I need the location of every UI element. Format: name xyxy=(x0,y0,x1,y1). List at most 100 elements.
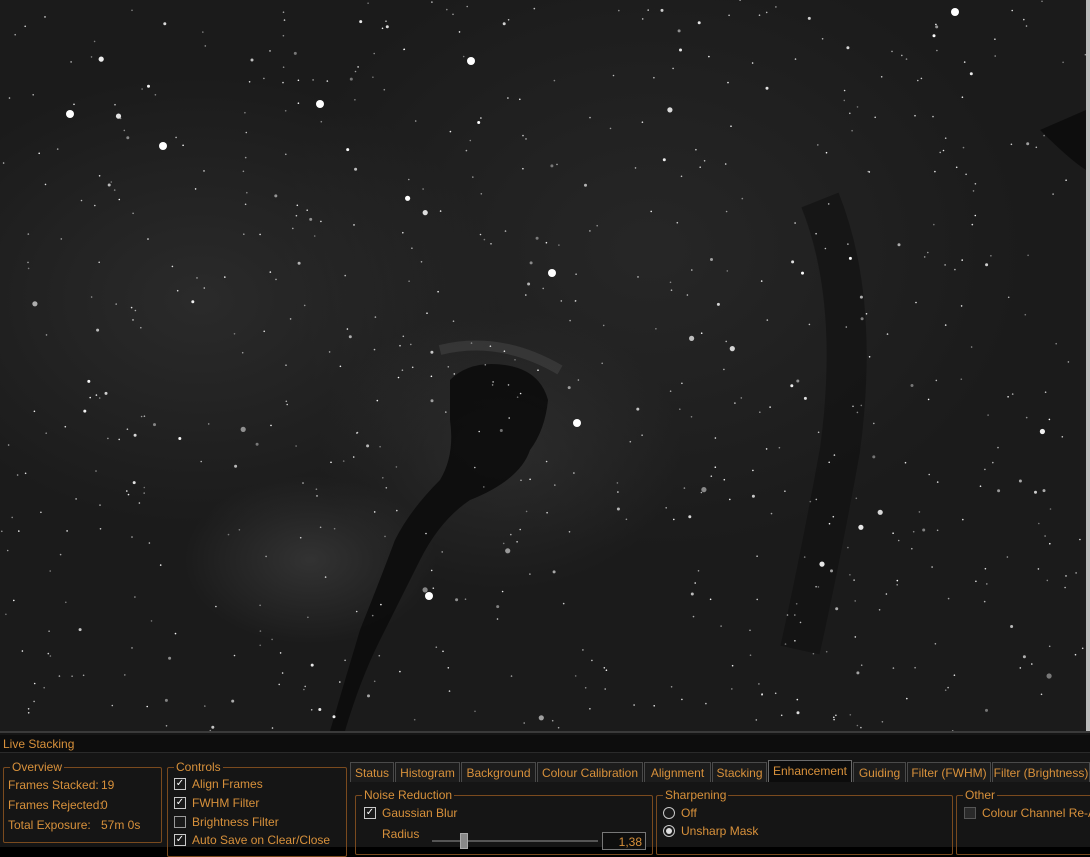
auto-save-checkbox[interactable]: ✓ xyxy=(174,834,186,846)
star xyxy=(854,636,857,638)
tab-filter-fwhm[interactable]: Filter (FWHM) xyxy=(907,762,991,782)
radius-value-input[interactable]: 1,38 xyxy=(602,832,646,850)
star xyxy=(382,477,384,479)
align-frames-checkbox[interactable]: ✓ xyxy=(174,778,186,790)
star xyxy=(126,490,128,492)
star xyxy=(449,130,452,133)
star xyxy=(855,497,858,500)
star xyxy=(133,433,137,437)
sharpening-title: Sharpening xyxy=(663,788,729,802)
star xyxy=(411,247,413,249)
star xyxy=(723,478,726,481)
tab-background[interactable]: Background xyxy=(461,762,536,782)
star xyxy=(923,256,926,258)
brightness-filter-checkbox[interactable] xyxy=(174,816,186,828)
star xyxy=(726,270,729,272)
sharpening-off-radio[interactable] xyxy=(663,807,675,819)
star xyxy=(846,46,850,50)
star xyxy=(686,294,689,296)
radius-slider-track[interactable] xyxy=(432,840,598,842)
star xyxy=(727,81,729,84)
star xyxy=(969,72,973,76)
star xyxy=(849,714,852,716)
star xyxy=(529,261,533,265)
unsharp-mask-radio[interactable] xyxy=(663,825,675,837)
gaussian-blur-checkbox[interactable]: ✓ xyxy=(364,807,376,819)
bright-star xyxy=(66,110,74,118)
star xyxy=(319,526,322,529)
star xyxy=(759,411,761,414)
star xyxy=(474,466,476,469)
radius-slider-thumb[interactable] xyxy=(460,833,468,849)
star xyxy=(905,58,908,60)
star xyxy=(27,708,30,710)
star xyxy=(320,120,323,123)
tab-guiding[interactable]: Guiding xyxy=(853,762,906,782)
star xyxy=(147,238,149,240)
star xyxy=(244,203,247,206)
star xyxy=(784,490,786,493)
controls-title: Controls xyxy=(174,760,223,774)
image-viewer[interactable] xyxy=(0,0,1090,731)
star xyxy=(695,148,697,151)
star xyxy=(367,694,370,698)
star xyxy=(629,440,632,443)
star xyxy=(603,667,606,669)
star xyxy=(739,0,741,1)
star xyxy=(911,547,913,550)
star xyxy=(774,692,777,695)
star-field-image xyxy=(0,0,1086,731)
star xyxy=(878,609,881,611)
star xyxy=(860,317,864,321)
star xyxy=(641,18,644,20)
colour-channel-checkbox[interactable] xyxy=(964,807,976,819)
star xyxy=(130,306,133,309)
star xyxy=(567,386,571,390)
total-exposure-label: Total Exposure: xyxy=(8,818,91,832)
fwhm-filter-checkbox[interactable]: ✓ xyxy=(174,797,186,809)
star xyxy=(1075,572,1077,574)
star xyxy=(1046,579,1049,582)
tab-colour-calibration[interactable]: Colour Calibration xyxy=(537,762,643,782)
star xyxy=(414,120,417,122)
star xyxy=(799,621,802,624)
star xyxy=(676,221,679,224)
star xyxy=(529,573,531,575)
star xyxy=(553,79,556,82)
star xyxy=(355,610,358,613)
star xyxy=(604,688,606,690)
tab-stacking[interactable]: Stacking xyxy=(712,762,767,782)
star xyxy=(56,148,59,150)
scrollbar[interactable] xyxy=(1086,0,1090,731)
star xyxy=(796,698,799,701)
star xyxy=(303,304,306,307)
star xyxy=(354,167,358,171)
star xyxy=(1006,556,1009,558)
tab-status[interactable]: Status xyxy=(350,762,394,782)
star xyxy=(27,267,30,270)
tab-alignment[interactable]: Alignment xyxy=(644,762,711,782)
star xyxy=(16,474,19,476)
tab-enhancement[interactable]: Enhancement xyxy=(768,760,852,782)
star xyxy=(313,235,316,237)
star xyxy=(47,652,50,655)
star xyxy=(835,607,839,611)
tab-filter-brightness[interactable]: Filter (Brightness) xyxy=(992,762,1090,782)
star xyxy=(250,58,254,62)
star xyxy=(326,80,329,82)
star xyxy=(917,79,919,82)
star xyxy=(259,644,262,647)
star xyxy=(691,269,693,271)
star xyxy=(794,222,796,224)
star xyxy=(430,399,434,403)
star xyxy=(833,718,835,721)
star xyxy=(851,129,853,132)
star xyxy=(442,650,444,653)
star xyxy=(163,22,167,26)
star xyxy=(710,475,713,478)
star xyxy=(1040,693,1043,696)
tab-histogram[interactable]: Histogram xyxy=(395,762,460,782)
star xyxy=(961,96,964,98)
star xyxy=(915,301,917,304)
star xyxy=(59,553,62,556)
